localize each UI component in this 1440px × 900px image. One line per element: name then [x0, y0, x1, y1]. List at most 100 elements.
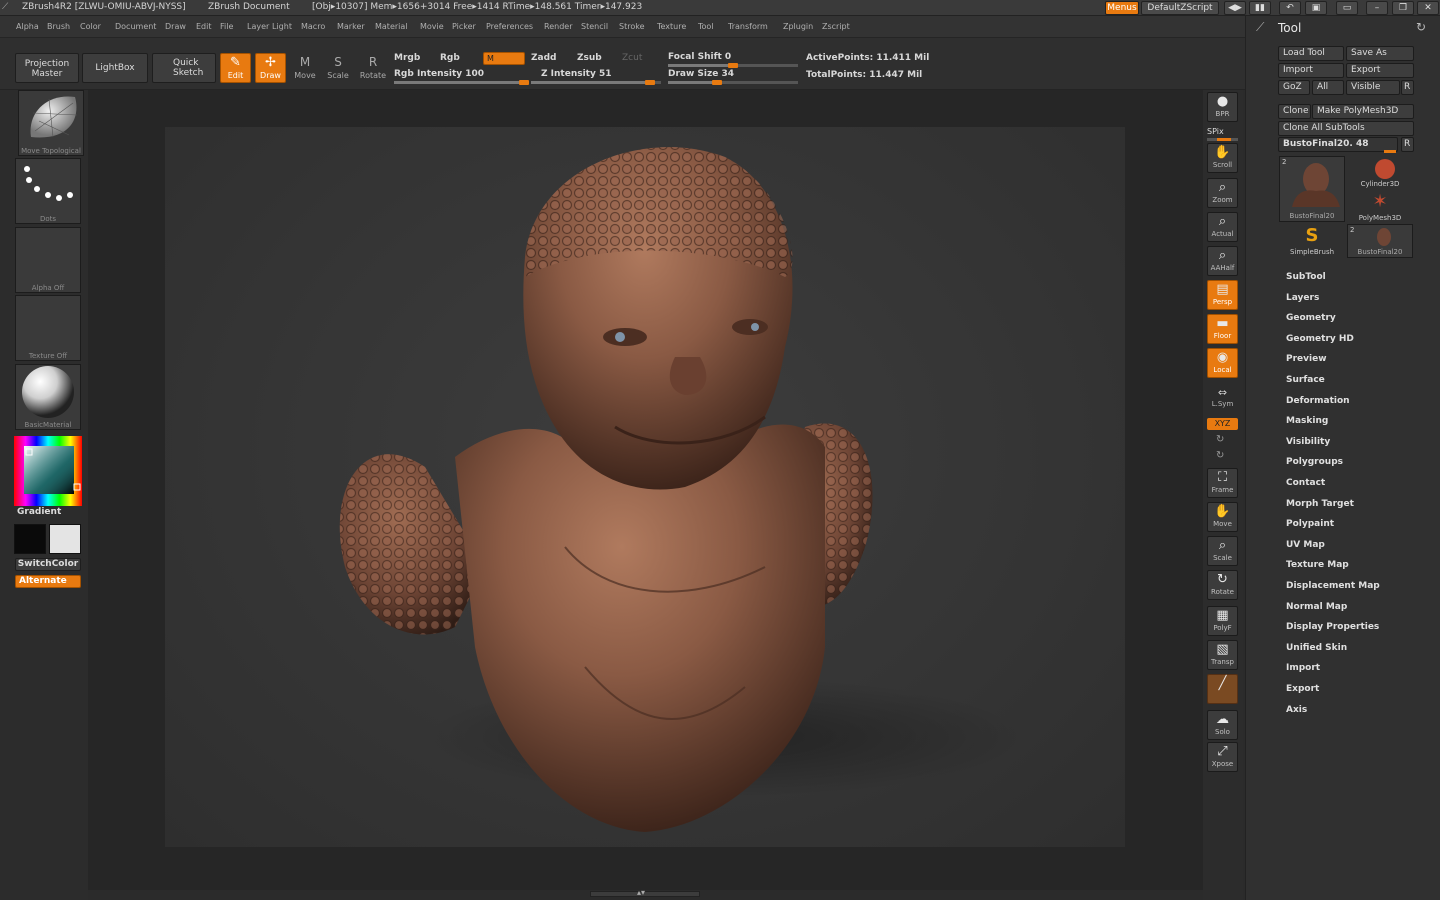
tool-section-import[interactable]: Import — [1286, 663, 1320, 673]
floor-button[interactable]: ▬ Floor — [1207, 314, 1238, 344]
tool-section-uv-map[interactable]: UV Map — [1286, 540, 1325, 550]
tool-section-masking[interactable]: Masking — [1286, 416, 1328, 426]
tool-section-layers[interactable]: Layers — [1286, 293, 1319, 303]
goz-button[interactable]: GoZ — [1278, 80, 1310, 95]
tool-section-display-properties[interactable]: Display Properties — [1286, 622, 1379, 632]
frame-button[interactable]: ⛶ Frame — [1207, 468, 1238, 498]
tool-thumb-polymesh3d[interactable]: ✶ PolyMesh3D — [1347, 190, 1413, 224]
tool-section-unified-skin[interactable]: Unified Skin — [1286, 643, 1347, 653]
projection-master-button[interactable]: Projection Master — [15, 53, 79, 83]
menu-edit[interactable]: Edit — [196, 22, 212, 31]
tool-thumb-bustofinal20-small[interactable]: 2 BustoFinal20 — [1347, 224, 1413, 258]
save-as-button[interactable]: Save As — [1346, 46, 1414, 61]
menu-zplugin[interactable]: Zplugin — [783, 22, 813, 31]
refresh-icon[interactable]: ↻ — [1416, 20, 1426, 34]
xpose-button[interactable]: ⤢ Xpose — [1207, 742, 1238, 772]
persp-button[interactable]: ▤ Persp — [1207, 280, 1238, 310]
tool-section-preview[interactable]: Preview — [1286, 354, 1327, 364]
default-zscript-button[interactable]: DefaultZScript — [1141, 1, 1219, 15]
switchcolor-button[interactable]: SwitchColor — [15, 558, 81, 571]
zoom-button[interactable]: ⌕ Zoom — [1207, 178, 1238, 208]
layout-icon[interactable]: ▣ — [1305, 1, 1327, 15]
move-button[interactable]: M Move — [290, 53, 320, 83]
bpr-button[interactable]: ● BPR — [1207, 92, 1238, 122]
tool-section-texture-map[interactable]: Texture Map — [1286, 560, 1349, 570]
mrgb-toggle[interactable]: Mrgb — [394, 53, 420, 63]
tool-section-morph-target[interactable]: Morph Target — [1286, 499, 1354, 509]
move-button[interactable]: ✋ Move — [1207, 502, 1238, 532]
material-selector[interactable]: BasicMaterial — [15, 364, 81, 430]
edit-button[interactable]: ✎ Edit — [220, 53, 251, 83]
tool-thumb-simplebrush[interactable]: S SimpleBrush — [1279, 224, 1345, 258]
maximize-icon[interactable]: ❐ — [1392, 1, 1414, 15]
current-tool-slider-knob[interactable] — [1384, 150, 1396, 153]
menu-movie[interactable]: Movie — [420, 22, 444, 31]
menu-brush[interactable]: Brush — [47, 22, 70, 31]
menu-alpha[interactable]: Alpha — [16, 22, 39, 31]
scroll-button[interactable]: ✋ Scroll — [1207, 143, 1238, 173]
tool-section-geometry-hd[interactable]: Geometry HD — [1286, 334, 1354, 344]
zcut-toggle[interactable]: Zcut — [622, 53, 642, 63]
menu-transform[interactable]: Transform — [728, 22, 768, 31]
draw-button[interactable]: ✢ Draw — [255, 53, 286, 83]
menu-color[interactable]: Color — [80, 22, 101, 31]
menu-texture[interactable]: Texture — [657, 22, 686, 31]
lock-icon[interactable]: ▭ — [1336, 1, 1358, 15]
m-toggle[interactable]: M — [483, 52, 525, 65]
tool-section-export[interactable]: Export — [1286, 684, 1319, 694]
rotate-button[interactable]: ↻ Rotate — [1207, 570, 1238, 600]
brush-selector[interactable]: Move Topological — [18, 90, 84, 156]
scale-button[interactable]: ⌕ Scale — [1207, 536, 1238, 566]
r-button[interactable]: R — [1401, 80, 1414, 95]
local-button[interactable]: ◉ Local — [1207, 348, 1238, 378]
rgb-intensity-slider[interactable] — [394, 80, 529, 85]
tool-section-displacement-map[interactable]: Displacement Map — [1286, 581, 1380, 591]
menu-layer[interactable]: Layer — [247, 22, 269, 31]
clone-button[interactable]: Clone — [1278, 104, 1311, 119]
all-button[interactable]: All — [1312, 80, 1344, 95]
r-current-button[interactable]: R — [1401, 137, 1414, 152]
polyf-button[interactable]: ▦ PolyF — [1207, 606, 1238, 636]
menu-document[interactable]: Document — [115, 22, 156, 31]
lightbox-button[interactable]: LightBox — [82, 53, 148, 83]
load-tool-button[interactable]: Load Tool — [1278, 46, 1344, 61]
minimize-icon[interactable]: – — [1366, 1, 1388, 15]
menus-button[interactable]: Menus — [1105, 1, 1139, 15]
scale-button[interactable]: S Scale — [323, 53, 353, 83]
tool-section-surface[interactable]: Surface — [1286, 375, 1325, 385]
menu-light[interactable]: Light — [272, 22, 292, 31]
undo-icon[interactable]: ↶ — [1279, 1, 1301, 15]
menu-preferences[interactable]: Preferences — [486, 22, 533, 31]
spix-slider[interactable] — [1207, 138, 1238, 141]
tool-section-geometry[interactable]: Geometry — [1286, 313, 1336, 323]
visible-button[interactable]: Visible — [1346, 80, 1400, 95]
menu-marker[interactable]: Marker — [337, 22, 365, 31]
menu-file[interactable]: File — [220, 22, 233, 31]
tool-section-subtool[interactable]: SubTool — [1286, 272, 1326, 282]
zadd-toggle[interactable]: Zadd — [531, 53, 556, 63]
menu-zscript[interactable]: Zscript — [822, 22, 850, 31]
canvas-scroll-bar[interactable]: ▴▾ — [590, 888, 700, 897]
rotate-y-icon[interactable]: ↻ — [1216, 434, 1224, 445]
main-color-swatch[interactable] — [14, 524, 46, 554]
rotate-z-icon[interactable]: ↻ — [1216, 450, 1224, 461]
tool-section-visibility[interactable]: Visibility — [1286, 437, 1330, 447]
make-polymesh3d-button[interactable]: Make PolyMesh3D — [1312, 104, 1414, 119]
menu-stencil[interactable]: Stencil — [581, 22, 608, 31]
rgb-toggle[interactable]: Rgb — [440, 53, 460, 63]
alpha-selector[interactable]: Alpha Off — [15, 227, 81, 293]
solo-button[interactable]: ☁ Solo — [1207, 710, 1238, 740]
tool-thumb-bustofinal20[interactable]: 2 BustoFinal20 — [1279, 156, 1345, 222]
menu-draw[interactable]: Draw — [165, 22, 186, 31]
menu-picker[interactable]: Picker — [452, 22, 476, 31]
quick-sketch-button[interactable]: Quick Sketch — [152, 53, 216, 83]
menu-material[interactable]: Material — [375, 22, 408, 31]
document-canvas[interactable] — [165, 127, 1125, 847]
layout-toggle-icon[interactable]: ◀▶ — [1224, 1, 1246, 15]
z-intensity-slider[interactable] — [531, 80, 661, 85]
tool-section-contact[interactable]: Contact — [1286, 478, 1325, 488]
menu-tool[interactable]: Tool — [698, 22, 714, 31]
texture-selector[interactable]: Texture Off — [15, 295, 81, 361]
export-button[interactable]: Export — [1346, 63, 1414, 78]
gradient-toggle[interactable]: Gradient — [17, 507, 61, 517]
